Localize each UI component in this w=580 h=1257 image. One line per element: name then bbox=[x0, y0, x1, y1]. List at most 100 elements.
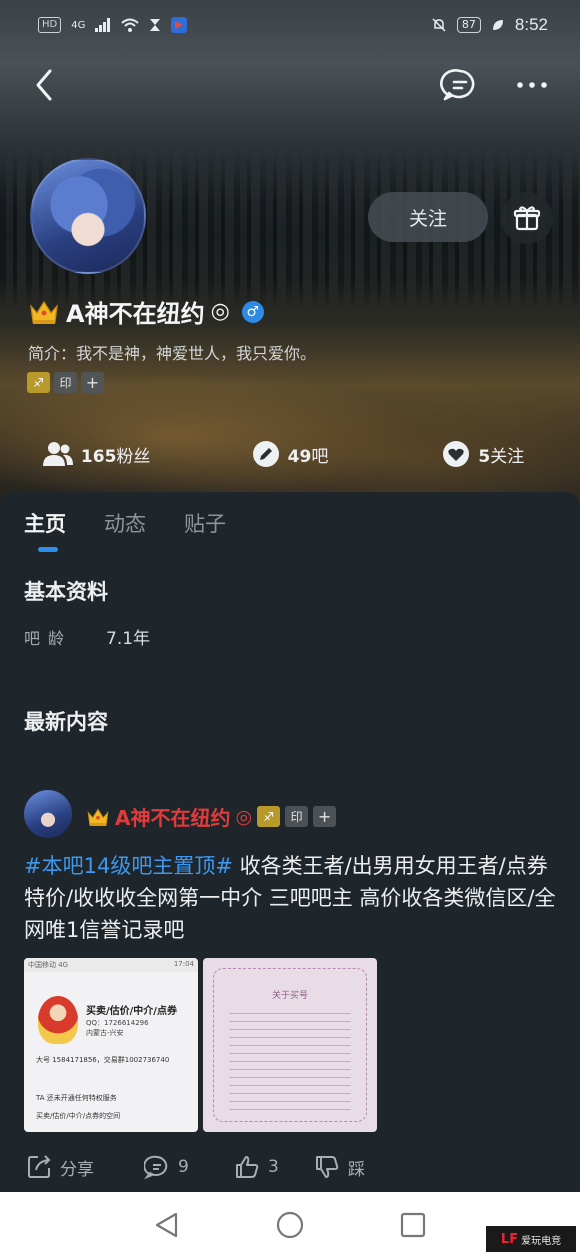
image1-figure bbox=[38, 996, 78, 1044]
image1-line3: 买卖/估价/中介/点券的空间 bbox=[36, 1112, 121, 1120]
mute-bell-icon bbox=[432, 18, 446, 32]
ring-badge: ◎ bbox=[210, 299, 230, 324]
like-count: 3 bbox=[268, 1157, 279, 1177]
tab-posts[interactable]: 贴子 bbox=[184, 508, 226, 538]
share-button[interactable]: 分享 bbox=[26, 1154, 94, 1180]
bars-count: 49 bbox=[287, 446, 312, 467]
status-bar: HD 4G 87 8:52 bbox=[0, 0, 580, 50]
post-image-1[interactable]: 中国移动 4G 17:04 买卖/估价/中介/点券 QQ：1726614296 内… bbox=[24, 958, 198, 1132]
post-ring-badge: ◎ bbox=[235, 805, 253, 828]
male-gender-icon: ♂ bbox=[241, 300, 264, 323]
chat-bubble-icon bbox=[440, 69, 475, 101]
more-dots-icon bbox=[517, 82, 547, 88]
watermark-text: 爱玩电竞 bbox=[521, 1235, 562, 1247]
like-button[interactable]: 3 bbox=[234, 1154, 279, 1180]
post-add-tag: + bbox=[313, 806, 337, 827]
app-notification-icon bbox=[171, 17, 188, 33]
add-tag-button[interactable]: + bbox=[81, 372, 104, 393]
thumbs-down-icon bbox=[316, 1156, 339, 1178]
message-button[interactable] bbox=[440, 65, 480, 105]
bars-stat[interactable]: 49吧 bbox=[193, 432, 386, 476]
triangle-back-icon bbox=[155, 1212, 178, 1238]
dislike-button[interactable]: 踩 bbox=[314, 1154, 365, 1180]
fans-stat[interactable]: 165粉丝 bbox=[0, 432, 193, 476]
battery-level: 87 bbox=[456, 17, 481, 33]
username-row: A神不在纽约 ◎ ♂ bbox=[28, 294, 264, 329]
basic-info-title: 基本资料 bbox=[24, 580, 108, 604]
nav-back-button[interactable] bbox=[152, 1210, 182, 1240]
tab-activity[interactable]: 动态 bbox=[104, 508, 146, 538]
active-tab-indicator bbox=[38, 547, 58, 552]
profile-stats: 165粉丝 49吧 5关注 bbox=[0, 432, 580, 476]
back-button[interactable] bbox=[30, 65, 60, 105]
dislike-label: 踩 bbox=[348, 1159, 365, 1180]
bar-age-value: 7.1年 bbox=[106, 629, 151, 649]
fans-count: 165 bbox=[80, 446, 117, 467]
profile-avatar[interactable] bbox=[30, 158, 146, 274]
image1-title: 买卖/估价/中介/点券 bbox=[86, 1006, 177, 1017]
image2-title: 关于买号 bbox=[271, 991, 308, 1001]
clock-time: 8:52 bbox=[514, 15, 548, 34]
chevron-left-icon bbox=[36, 69, 52, 101]
bars-label: 吧 bbox=[311, 446, 329, 467]
crown-icon bbox=[87, 808, 109, 826]
leaf-icon bbox=[492, 20, 503, 30]
profile-tabs: 主页 动态 贴子 bbox=[24, 508, 226, 538]
comment-button[interactable]: 9 bbox=[144, 1154, 189, 1180]
post-sagittarius-tag: ♐ bbox=[257, 806, 281, 827]
comment-icon bbox=[144, 1155, 168, 1180]
gift-button[interactable] bbox=[501, 192, 553, 244]
site-watermark: LF 爱玩电竞 bbox=[486, 1226, 576, 1252]
content-panel: 主页 动态 贴子 基本资料 吧龄 7.1年 最新内容 A神不在纽约 ◎ ♐ 印 … bbox=[0, 492, 580, 1192]
more-options-button[interactable] bbox=[512, 65, 552, 105]
username: A神不在纽约 bbox=[66, 300, 205, 328]
image1-qq: QQ：1726614296 bbox=[86, 1019, 149, 1027]
image1-location: 内蒙古-兴安 bbox=[86, 1029, 124, 1037]
post-actions: 分享 9 3 踩 bbox=[0, 1154, 580, 1184]
heart-circle-icon bbox=[443, 441, 470, 467]
nav-recents-button[interactable] bbox=[398, 1210, 428, 1240]
post-author-row: A神不在纽约 ◎ ♐ 印 + bbox=[86, 802, 337, 831]
pencil-circle-icon bbox=[252, 441, 279, 467]
top-nav bbox=[0, 60, 580, 110]
post-body[interactable]: #本吧14级吧主置顶# 收各类王者/出男用女用王者/点券特价/收收收全网第一中介… bbox=[24, 850, 564, 946]
profile-bio: 简介：我不是神，神爱世人，我只爱你。 bbox=[28, 344, 317, 363]
post-image-2[interactable]: 关于买号 bbox=[203, 958, 377, 1132]
following-label: 关注 bbox=[490, 446, 525, 467]
sagittarius-tag[interactable]: ♐ bbox=[27, 372, 50, 393]
tab-home[interactable]: 主页 bbox=[24, 508, 66, 538]
image2-text-lines bbox=[229, 1006, 351, 1117]
image1-statusbar: 中国移动 4G 17:04 bbox=[24, 958, 198, 972]
comment-count: 9 bbox=[178, 1157, 189, 1177]
bar-age-label: 吧龄 bbox=[24, 629, 73, 648]
latest-content-title: 最新内容 bbox=[24, 710, 108, 734]
circle-home-icon bbox=[276, 1211, 304, 1239]
gift-icon bbox=[513, 206, 541, 231]
signal-icon bbox=[95, 18, 111, 32]
users-icon bbox=[42, 442, 73, 466]
post-seal-tag: 印 bbox=[285, 806, 309, 827]
post-hashtag[interactable]: #本吧14级吧主置顶# bbox=[24, 854, 233, 878]
image1-line2: TA 还未开通任何特权服务 bbox=[36, 1094, 117, 1102]
hd-indicator: HD bbox=[38, 17, 62, 33]
following-stat[interactable]: 5关注 bbox=[387, 432, 580, 476]
share-label: 分享 bbox=[60, 1159, 94, 1180]
image1-line1: 大号 1584171856，交易群1002736740 bbox=[36, 1056, 170, 1064]
hourglass-icon bbox=[150, 19, 161, 31]
profile-tags: ♐ 印 + bbox=[27, 372, 104, 393]
wifi-icon bbox=[121, 18, 140, 32]
following-count: 5 bbox=[478, 446, 491, 467]
fans-label: 粉丝 bbox=[116, 446, 151, 467]
seal-tag[interactable]: 印 bbox=[54, 372, 77, 393]
status-right: 87 8:52 bbox=[431, 15, 548, 35]
network-type: 4G bbox=[71, 19, 86, 31]
follow-button[interactable]: 关注 bbox=[368, 192, 488, 242]
share-icon bbox=[28, 1155, 51, 1178]
status-left: HD 4G bbox=[38, 17, 188, 33]
post-author-avatar[interactable] bbox=[24, 790, 72, 838]
nav-home-button[interactable] bbox=[275, 1210, 305, 1240]
image1-carrier: 中国移动 4G bbox=[28, 961, 69, 969]
square-recents-icon bbox=[400, 1212, 426, 1238]
crown-icon bbox=[30, 300, 58, 324]
post-author-name[interactable]: A神不在纽约 bbox=[115, 802, 230, 831]
